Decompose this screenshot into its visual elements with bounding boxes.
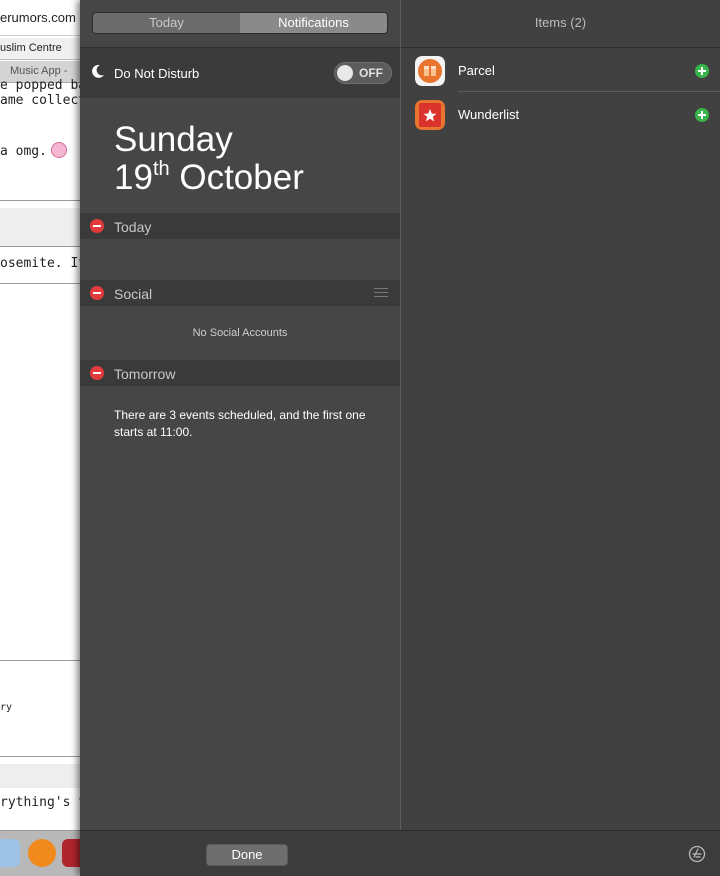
content-band [0,208,80,246]
do-not-disturb-row: Do Not Disturb OFF [80,48,400,98]
toggle-state-label: OFF [359,66,383,80]
parcel-icon [415,56,445,86]
browser-text-line: ame collectio [0,93,80,108]
dock [0,830,80,876]
browser-url-text[interactable]: erumors.com [0,0,80,36]
browser-text-line: a omg. [0,142,67,159]
tomorrow-summary: There are 3 events scheduled, and the fi… [114,408,366,439]
widget-title: Today [114,219,152,235]
browser-tab[interactable]: uslim Centre [0,38,80,60]
widget-header-today: Today [80,213,400,239]
divider [0,756,80,757]
today-column: Today Notifications Do Not Disturb OFF S… [80,0,400,830]
emoji-icon [50,142,67,158]
tab-today[interactable]: Today [93,13,240,33]
date-weekday: Sunday [114,120,233,159]
background-browser-window: erumors.com uslim Centre Music App - e p… [0,0,80,876]
browser-text-line: osemite. It's [0,256,80,271]
browser-text-line: ry [0,702,13,713]
notification-center-panel: Today Notifications Do Not Disturb OFF S… [80,0,720,876]
do-not-disturb-label: Do Not Disturb [114,66,200,81]
footer-bar: Done [80,830,720,876]
finder-icon[interactable] [0,839,20,867]
tab-notifications[interactable]: Notifications [240,13,387,33]
ibooks-icon[interactable] [28,839,56,867]
items-title: Items (2) [534,15,587,30]
date-full: 19th October [114,158,304,197]
do-not-disturb-toggle[interactable]: OFF [334,62,392,84]
divider [0,246,80,247]
done-button[interactable]: Done [206,844,288,866]
widget-title: Tomorrow [114,366,176,382]
photo-booth-icon[interactable] [62,839,80,867]
browser-text-line: e popped bac [0,78,80,93]
list-item: Parcel [401,48,720,91]
item-label: Parcel [458,63,495,78]
social-empty-text: No Social Accounts [192,327,288,339]
divider [0,283,80,284]
divider [0,660,80,661]
view-switcher: Today Notifications [92,12,388,34]
widget-header-tomorrow: Tomorrow [80,360,400,386]
content-band [0,764,80,788]
drag-handle-icon[interactable] [374,288,388,297]
toggle-knob [337,65,353,81]
list-item: Wunderlist [401,92,720,135]
moon-icon [92,64,104,78]
add-widget-icon[interactable] [695,64,709,78]
items-column: Items (2) Parcel Wunderlist [401,0,720,830]
wunderlist-icon [415,100,445,130]
remove-widget-icon[interactable] [90,219,104,233]
remove-widget-icon[interactable] [90,286,104,300]
app-store-icon[interactable] [688,845,706,863]
item-label: Wunderlist [458,107,520,122]
divider [0,200,80,201]
widget-header-social: Social [80,280,400,306]
remove-widget-icon[interactable] [90,366,104,380]
add-widget-icon[interactable] [695,108,709,122]
widget-title: Social [114,286,153,302]
browser-text-line: rything's the [0,795,80,810]
